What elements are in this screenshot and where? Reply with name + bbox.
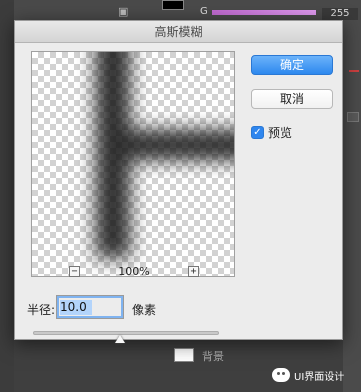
- zoom-in-button[interactable]: +: [187, 265, 199, 277]
- radius-unit: 像素: [132, 303, 157, 317]
- wechat-icon: [272, 368, 290, 382]
- radius-input[interactable]: [56, 295, 124, 319]
- dialog-title: 高斯模糊: [15, 21, 342, 43]
- zoom-controls: − 100% +: [69, 264, 199, 278]
- layer-name[interactable]: 背景: [202, 348, 224, 364]
- cube-icon: ▣: [118, 5, 129, 18]
- blur-preview[interactable]: [31, 51, 235, 277]
- cancel-button[interactable]: 取消: [251, 89, 333, 109]
- preview-label: 预览: [268, 125, 293, 140]
- radius-slider-thumb[interactable]: [115, 335, 126, 343]
- left-tool-strip: [0, 0, 14, 392]
- preview-toggle[interactable]: ✓ 预览: [251, 124, 292, 140]
- channel-slider[interactable]: [212, 10, 316, 15]
- watermark-text: UI界面设计: [294, 371, 345, 383]
- right-panel-strip: [343, 20, 361, 392]
- blurred-preview-image: [96, 52, 234, 258]
- radius-slider-track[interactable]: [33, 331, 219, 335]
- layer-thumbnail[interactable]: [174, 348, 194, 362]
- panel-marker: [349, 70, 359, 72]
- radius-label: 半径:: [27, 303, 56, 317]
- gaussian-blur-dialog: 高斯模糊 − 100% + 确定 取消 ✓ 预览 半径: 像素: [14, 20, 343, 343]
- foreground-color-swatch[interactable]: [162, 0, 184, 10]
- channel-label: G: [200, 6, 208, 17]
- color-panel: ▣ G 255: [14, 0, 361, 20]
- zoom-level: 100%: [118, 264, 150, 278]
- zoom-out-button[interactable]: −: [69, 265, 80, 277]
- channel-value[interactable]: 255: [322, 8, 358, 20]
- preview-checkbox[interactable]: ✓: [251, 125, 264, 139]
- panel-swatch: [347, 112, 359, 122]
- watermark: UI界面设计: [272, 366, 344, 384]
- ok-button[interactable]: 确定: [251, 55, 333, 75]
